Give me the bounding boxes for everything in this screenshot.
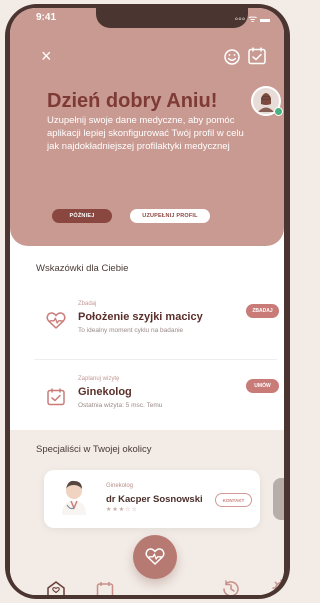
tip-subtitle: To idealny moment cyklu na badanie — [78, 327, 184, 334]
next-specialist-card[interactable] — [273, 478, 284, 520]
notch — [96, 8, 248, 28]
status-time: 9:41 — [36, 12, 57, 23]
tips-section-title: Wskazówki dla Ciebie — [36, 263, 129, 274]
calendar-icon[interactable] — [247, 46, 267, 66]
later-button[interactable]: PÓŹNIEJ — [52, 209, 112, 223]
smile-icon[interactable] — [223, 48, 241, 66]
specialists-section-title: Specjaliści w Twojej okolicy — [36, 444, 152, 455]
tip-kicker: Zbadaj — [78, 301, 97, 307]
specialist-name: dr Kacper Sosnowski — [106, 494, 203, 505]
calendar-check-icon — [47, 388, 65, 406]
calendar-nav-icon[interactable] — [96, 581, 114, 595]
close-icon[interactable]: × — [41, 47, 52, 65]
examine-button[interactable]: ZBADAJ — [246, 304, 279, 318]
screen: 9:41 ◦◦◦ ᯤ ▬ × Dzień dobry Aniu! Uzupełn… — [10, 8, 284, 595]
tip-title: Położenie szyjki macicy — [78, 311, 203, 323]
tip-card-gynecologist[interactable]: Zaplanuj wizytę Ginekolog Ostatnia wizyt… — [10, 363, 284, 435]
greeting-title: Dzień dobry Aniu! — [47, 90, 218, 112]
heart-pulse-icon — [46, 312, 66, 329]
tip-subtitle: Ostatnia wizyta: 5 msc. Temu — [78, 402, 163, 409]
history-icon[interactable] — [221, 579, 241, 595]
settings-icon[interactable] — [272, 579, 284, 595]
health-action-button[interactable] — [133, 535, 177, 579]
complete-profile-button[interactable]: UZUPEŁNIJ PROFIL — [130, 209, 210, 223]
home-icon[interactable] — [46, 580, 66, 595]
divider — [34, 359, 277, 360]
heart-pulse-icon — [145, 548, 165, 565]
book-button[interactable]: UMÓW — [246, 379, 279, 393]
online-status-dot — [274, 107, 283, 116]
tip-title: Ginekolog — [78, 386, 132, 398]
specialist-type: Ginekolog — [106, 483, 134, 489]
greeting-description: Uzupełnij swoje dane medyczne, aby pomóc… — [47, 115, 244, 152]
contact-button[interactable]: KONTAKT — [215, 493, 252, 507]
doctor-avatar-icon — [62, 480, 86, 515]
rating-stars: ★★★☆☆ — [106, 507, 138, 513]
tip-kicker: Zaplanuj wizytę — [78, 376, 120, 382]
tip-card-cervix[interactable]: Zbadaj Położenie szyjki macicy To idealn… — [10, 288, 284, 360]
status-icons: ◦◦◦ ᯤ ▬ — [234, 14, 270, 25]
